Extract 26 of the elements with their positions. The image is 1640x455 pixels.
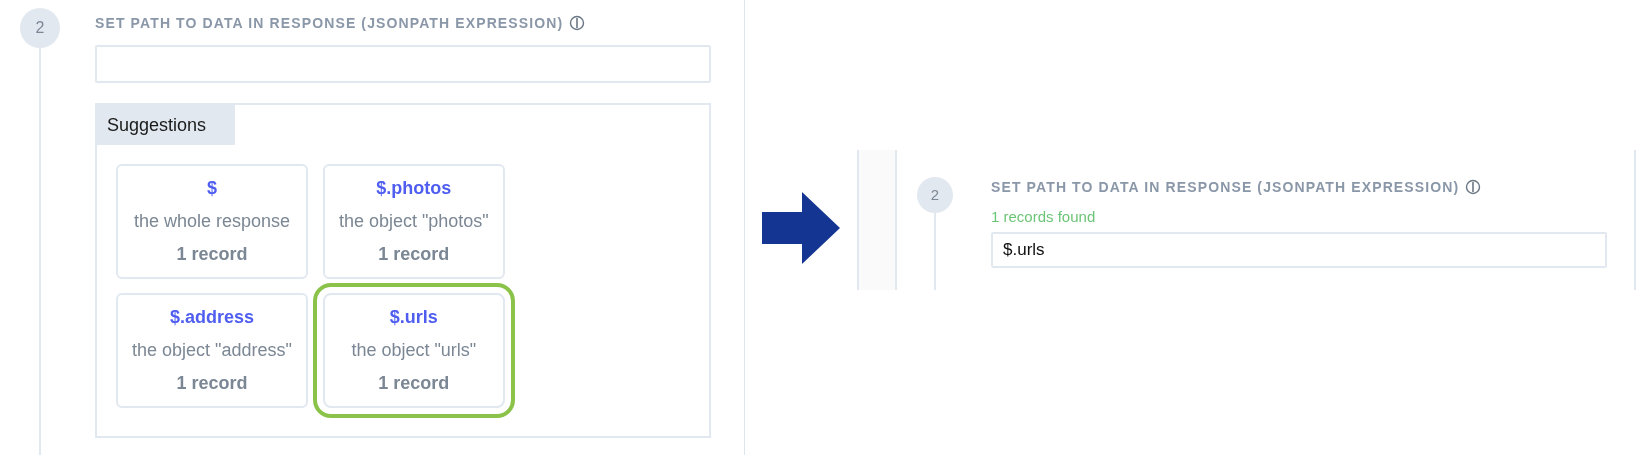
path-input-field[interactable] bbox=[95, 45, 711, 83]
section-title: SET PATH TO DATA IN RESPONSE (JSONPATH EXPRESSION) bbox=[95, 13, 564, 33]
step-number: 2 bbox=[20, 8, 60, 48]
section-title: SET PATH TO DATA IN RESPONSE (JSONPATH EXPRESSION) bbox=[991, 177, 1460, 197]
record-count: 1 record bbox=[378, 372, 450, 395]
step-number: 2 bbox=[917, 177, 953, 213]
suggestion-card[interactable]: $.photos the object "photos" 1 record bbox=[322, 164, 505, 279]
record-count: 1 record bbox=[378, 243, 450, 266]
path-description: the object "urls" bbox=[351, 339, 477, 362]
record-count: 1 record bbox=[176, 372, 248, 395]
json-path: $.urls bbox=[389, 306, 438, 329]
path-description: the whole response bbox=[133, 210, 290, 233]
path-description: the object "address" bbox=[132, 339, 292, 362]
suggestion-card[interactable]: $.address the object "address" 1 record bbox=[116, 293, 308, 408]
json-path: $.photos bbox=[376, 177, 452, 200]
path-input-field[interactable]: $.urls bbox=[991, 232, 1607, 268]
record-count: 1 record bbox=[176, 243, 248, 266]
info-icon bbox=[569, 15, 586, 31]
path-description: the object "photos" bbox=[338, 210, 489, 233]
suggestion-card[interactable]: $ the whole response 1 record bbox=[116, 164, 308, 279]
info-icon bbox=[1465, 179, 1482, 195]
json-path: $.address bbox=[169, 306, 254, 329]
suggestions-label: Suggestions bbox=[97, 105, 235, 145]
json-path: $ bbox=[206, 177, 217, 200]
right-arrow-icon bbox=[762, 191, 840, 264]
records-found-text: 1 records found bbox=[991, 207, 1097, 227]
